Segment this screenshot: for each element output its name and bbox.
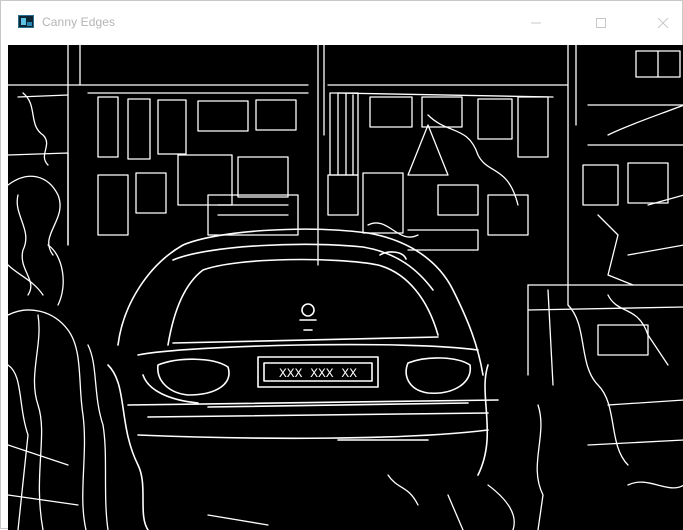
right-side-edges [527,284,683,530]
canny-edge-image: XXX XXX XX [8,45,683,530]
title-bar[interactable]: Canny Edges [1,1,682,45]
close-button[interactable] [640,1,683,45]
app-window: Canny Edges XXX XXX XX [0,0,683,530]
license-plate-text: XXX XXX XX [279,366,357,381]
close-icon [657,17,669,29]
maximize-button[interactable] [578,1,624,45]
minimize-button[interactable] [513,1,559,45]
edge-image-canvas[interactable]: XXX XXX XX [8,45,683,530]
window-title: Canny Edges [42,15,116,29]
road-edges [207,474,515,530]
building-edges [8,45,683,306]
left-figure-edges [8,244,109,530]
app-icon [18,15,34,28]
maximize-icon [596,18,606,28]
minimize-icon [531,22,541,24]
car-edges: XXX XXX XX [107,228,499,530]
